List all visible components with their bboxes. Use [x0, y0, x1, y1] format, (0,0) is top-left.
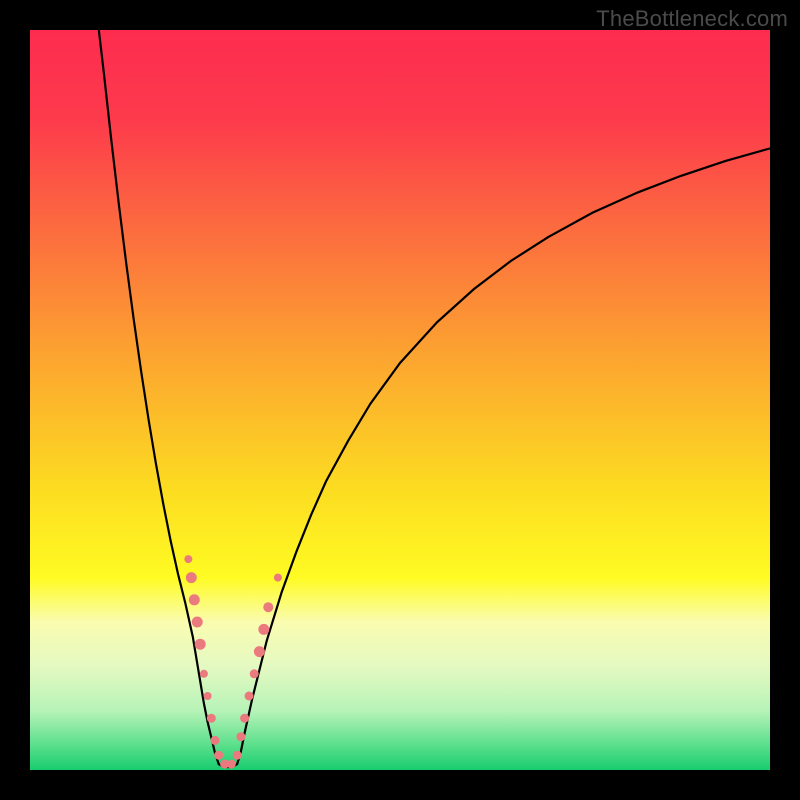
- data-marker: [274, 574, 282, 582]
- data-marker: [245, 692, 254, 701]
- data-marker: [184, 555, 192, 563]
- data-marker: [211, 736, 220, 745]
- bottleneck-curve: [99, 30, 770, 767]
- plot-area: [30, 30, 770, 770]
- data-marker: [233, 751, 242, 760]
- data-marker: [189, 594, 200, 605]
- watermark-text: TheBottleneck.com: [596, 6, 788, 32]
- data-marker: [258, 624, 269, 635]
- data-marker: [227, 760, 236, 769]
- data-marker: [204, 692, 212, 700]
- data-marker: [192, 617, 203, 628]
- data-marker: [236, 732, 245, 741]
- data-marker: [195, 639, 206, 650]
- data-marker: [250, 669, 259, 678]
- data-marker: [200, 670, 208, 678]
- data-marker: [254, 646, 265, 657]
- data-marker: [207, 714, 216, 723]
- data-marker: [240, 714, 249, 723]
- curve-layer: [30, 30, 770, 770]
- data-marker: [186, 572, 197, 583]
- chart-frame: TheBottleneck.com: [0, 0, 800, 800]
- marker-group: [184, 555, 282, 768]
- data-marker: [263, 602, 273, 612]
- data-marker: [214, 751, 223, 760]
